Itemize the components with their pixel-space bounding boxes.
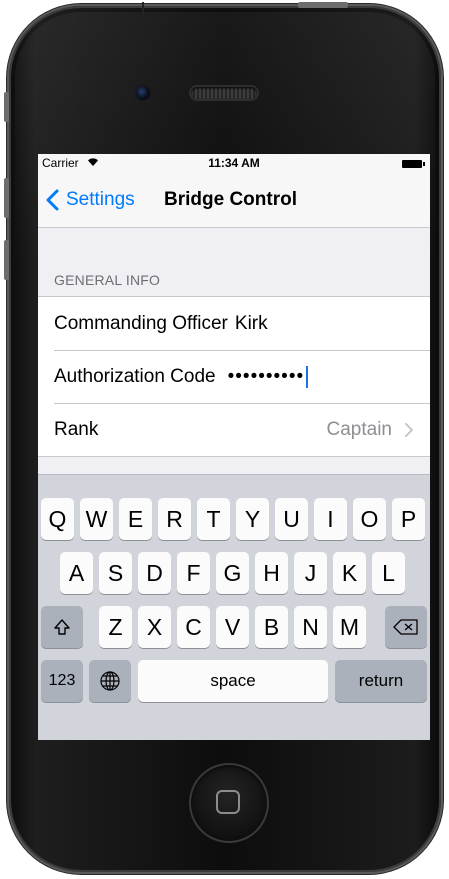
- back-button-label: Settings: [66, 189, 135, 210]
- key-u[interactable]: U: [275, 498, 308, 540]
- key-z[interactable]: Z: [99, 606, 132, 648]
- row-authorization-code[interactable]: Authorization Code ••••••••••: [38, 350, 430, 403]
- key-d[interactable]: D: [138, 552, 171, 594]
- row-rank[interactable]: Rank Captain: [38, 403, 430, 456]
- key-j[interactable]: J: [294, 552, 327, 594]
- key-e[interactable]: E: [119, 498, 152, 540]
- rank-value: Captain: [326, 418, 393, 440]
- commanding-officer-field[interactable]: Kirk: [235, 313, 268, 335]
- key-x[interactable]: X: [138, 606, 171, 648]
- back-button[interactable]: Settings: [44, 186, 135, 214]
- globe-icon: [100, 671, 120, 691]
- key-r[interactable]: R: [158, 498, 191, 540]
- key-c[interactable]: C: [177, 606, 210, 648]
- key-o[interactable]: O: [353, 498, 386, 540]
- keyboard: QWERTYUIOP ASDFGHJKL ZXCVBNM 123 space r…: [38, 474, 430, 740]
- space-key[interactable]: space: [138, 660, 328, 702]
- key-a[interactable]: A: [60, 552, 93, 594]
- return-key[interactable]: return: [335, 660, 427, 702]
- section-header: GENERAL INFO: [54, 272, 161, 288]
- row-label: Rank: [54, 418, 99, 440]
- key-t[interactable]: T: [197, 498, 230, 540]
- key-l[interactable]: L: [372, 552, 405, 594]
- key-g[interactable]: G: [216, 552, 249, 594]
- delete-icon: [393, 619, 418, 635]
- chevron-right-icon: [405, 423, 413, 437]
- screen: Carrier 11:34 AM Settings Bridge Control…: [38, 154, 430, 740]
- volume-down-button: [4, 240, 9, 280]
- home-square-icon: [216, 790, 240, 814]
- earpiece-speaker: [191, 87, 257, 99]
- key-f[interactable]: F: [177, 552, 210, 594]
- key-w[interactable]: W: [80, 498, 113, 540]
- settings-table: Commanding Officer Kirk Authorization Co…: [38, 296, 430, 457]
- navigation-bar: Settings Bridge Control: [38, 174, 430, 228]
- delete-key[interactable]: [385, 606, 427, 648]
- numbers-key[interactable]: 123: [41, 660, 83, 702]
- mute-switch: [4, 92, 9, 122]
- key-s[interactable]: S: [99, 552, 132, 594]
- key-v[interactable]: V: [216, 606, 249, 648]
- battery-icon: [402, 160, 425, 168]
- frame-seam: [142, 2, 144, 16]
- volume-up-button: [4, 178, 9, 218]
- key-h[interactable]: H: [255, 552, 288, 594]
- status-time: 11:34 AM: [208, 156, 260, 170]
- shift-icon: [54, 619, 70, 635]
- page-title: Bridge Control: [164, 189, 297, 210]
- key-k[interactable]: K: [333, 552, 366, 594]
- front-camera-icon: [136, 86, 150, 100]
- power-button: [298, 2, 348, 8]
- authorization-code-field[interactable]: ••••••••••: [228, 366, 305, 388]
- row-label: Authorization Code: [54, 365, 216, 387]
- status-bar: Carrier 11:34 AM: [38, 154, 430, 174]
- shift-key[interactable]: [41, 606, 83, 648]
- text-cursor: [306, 365, 309, 388]
- key-n[interactable]: N: [294, 606, 327, 648]
- key-b[interactable]: B: [255, 606, 288, 648]
- row-label: Commanding Officer: [54, 312, 228, 334]
- globe-key[interactable]: [89, 660, 131, 702]
- row-commanding-officer[interactable]: Commanding Officer Kirk: [38, 297, 430, 350]
- key-q[interactable]: Q: [41, 498, 74, 540]
- key-i[interactable]: I: [314, 498, 347, 540]
- key-y[interactable]: Y: [236, 498, 269, 540]
- key-p[interactable]: P: [392, 498, 425, 540]
- key-m[interactable]: M: [333, 606, 366, 648]
- home-button[interactable]: [189, 763, 269, 843]
- chevron-left-icon: [46, 189, 59, 211]
